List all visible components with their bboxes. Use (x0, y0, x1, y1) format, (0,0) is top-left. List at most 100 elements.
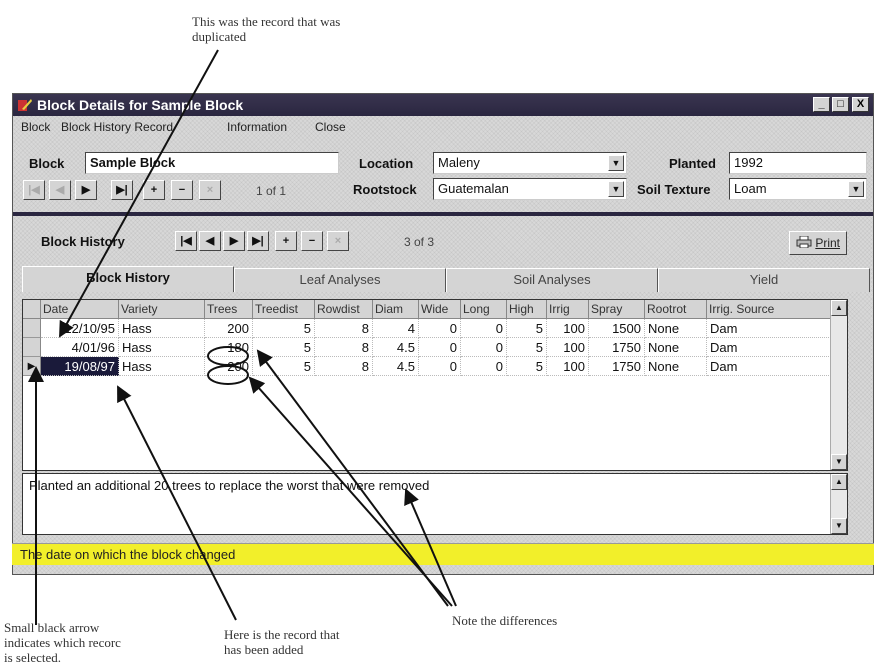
cell-date-selected[interactable]: 19/08/97 (41, 357, 119, 376)
col-header-long[interactable]: Long (461, 300, 507, 319)
cell-diam[interactable]: 4 (373, 319, 419, 338)
col-header-rowdist[interactable]: Rowdist (315, 300, 373, 319)
history-notes-memo[interactable]: Planted an additional 20 trees to replac… (22, 473, 848, 535)
col-header-date[interactable]: Date (41, 300, 119, 319)
cell-treedist[interactable]: 5 (253, 357, 315, 376)
annotation-selected-arrow-line2: indicates which recorc (4, 635, 121, 650)
cell-rootrot[interactable]: None (645, 338, 707, 357)
cell-date[interactable]: 12/10/95 (41, 319, 119, 338)
maximize-button[interactable]: □ (832, 97, 849, 112)
block-last-button[interactable]: ▶| (111, 180, 133, 200)
cell-variety[interactable]: Hass (119, 319, 205, 338)
annotation-added-line1: Here is the record that (224, 627, 340, 642)
history-add-button[interactable]: + (275, 231, 297, 251)
col-header-treedist[interactable]: Treedist (253, 300, 315, 319)
cell-irrig-source[interactable]: Dam (707, 338, 831, 357)
memo-scroll-down-arrow-icon[interactable]: ▼ (831, 518, 847, 534)
cell-trees[interactable]: 180 (205, 338, 253, 357)
tab-yield[interactable]: Yield (658, 268, 870, 292)
menu-block-history-record[interactable]: Block History Record (61, 120, 173, 134)
history-undo-button[interactable]: × (327, 231, 349, 251)
cell-high[interactable]: 5 (507, 338, 547, 357)
block-undo-button[interactable]: × (199, 180, 221, 200)
row-selector-current[interactable]: ▶ (23, 357, 41, 376)
cell-treedist[interactable]: 5 (253, 338, 315, 357)
row-selector[interactable] (23, 338, 41, 357)
scroll-up-arrow-icon[interactable]: ▲ (831, 300, 847, 316)
col-header-irrig[interactable]: Irrig (547, 300, 589, 319)
tab-leaf-analyses[interactable]: Leaf Analyses (234, 268, 446, 292)
block-delete-button[interactable]: − (171, 180, 193, 200)
cell-rowdist[interactable]: 8 (315, 319, 373, 338)
location-select[interactable]: Maleny ▼ (433, 152, 627, 174)
col-header-high[interactable]: High (507, 300, 547, 319)
tab-block-history[interactable]: Block History (22, 266, 234, 292)
col-header-spray[interactable]: Spray (589, 300, 645, 319)
memo-scrollbar[interactable]: ▲ ▼ (830, 474, 847, 534)
tab-soil-analyses[interactable]: Soil Analyses (446, 268, 658, 292)
title-bar[interactable]: Block Details for Sample Block _ □ X (13, 94, 873, 116)
cell-rootrot[interactable]: None (645, 357, 707, 376)
cell-rootrot[interactable]: None (645, 319, 707, 338)
cell-spray[interactable]: 1750 (589, 338, 645, 357)
memo-scroll-up-arrow-icon[interactable]: ▲ (831, 474, 847, 490)
location-dropdown-arrow-icon[interactable]: ▼ (608, 155, 624, 171)
menu-information[interactable]: Information (227, 120, 287, 134)
soil-texture-dropdown-arrow-icon[interactable]: ▼ (848, 181, 864, 197)
cell-long[interactable]: 0 (461, 357, 507, 376)
row-selector[interactable] (23, 319, 41, 338)
block-add-button[interactable]: + (143, 180, 165, 200)
cell-treedist[interactable]: 5 (253, 319, 315, 338)
cell-diam[interactable]: 4.5 (373, 338, 419, 357)
cell-long[interactable]: 0 (461, 338, 507, 357)
col-header-variety[interactable]: Variety (119, 300, 205, 319)
block-name-field[interactable]: Sample Block (85, 152, 339, 174)
scroll-down-arrow-icon[interactable]: ▼ (831, 454, 847, 470)
cell-diam[interactable]: 4.5 (373, 357, 419, 376)
cell-date[interactable]: 4/01/96 (41, 338, 119, 357)
history-last-button[interactable]: ▶| (247, 231, 269, 251)
block-first-button[interactable]: |◀ (23, 180, 45, 200)
cell-rowdist[interactable]: 8 (315, 338, 373, 357)
cell-wide[interactable]: 0 (419, 338, 461, 357)
block-prev-button[interactable]: ◀ (49, 180, 71, 200)
cell-trees[interactable]: 200 (205, 357, 253, 376)
cell-irrig[interactable]: 100 (547, 357, 589, 376)
cell-rowdist[interactable]: 8 (315, 357, 373, 376)
cell-high[interactable]: 5 (507, 357, 547, 376)
col-header-rootrot[interactable]: Rootrot (645, 300, 707, 319)
cell-spray[interactable]: 1750 (589, 357, 645, 376)
cell-long[interactable]: 0 (461, 319, 507, 338)
rootstock-dropdown-arrow-icon[interactable]: ▼ (608, 181, 624, 197)
cell-irrig-source[interactable]: Dam (707, 319, 831, 338)
col-header-irrig-source[interactable]: Irrig. Source (707, 300, 831, 319)
cell-wide[interactable]: 0 (419, 357, 461, 376)
history-first-button[interactable]: |◀ (175, 231, 197, 251)
col-header-trees[interactable]: Trees (205, 300, 253, 319)
close-button[interactable]: X (852, 97, 869, 112)
selected-row-arrow-icon: ▶ (27, 361, 36, 372)
cell-irrig[interactable]: 100 (547, 319, 589, 338)
minimize-button[interactable]: _ (813, 97, 830, 112)
menu-block[interactable]: Block (21, 120, 50, 134)
planted-field[interactable]: 1992 (729, 152, 867, 174)
grid-vertical-scrollbar[interactable]: ▲ ▼ (830, 300, 847, 470)
cell-high[interactable]: 5 (507, 319, 547, 338)
history-next-button[interactable]: ▶ (223, 231, 245, 251)
menu-close[interactable]: Close (315, 120, 346, 134)
history-prev-button[interactable]: ◀ (199, 231, 221, 251)
cell-wide[interactable]: 0 (419, 319, 461, 338)
block-next-button[interactable]: ▶ (75, 180, 97, 200)
cell-irrig[interactable]: 100 (547, 338, 589, 357)
print-button[interactable]: Print (789, 231, 847, 255)
rootstock-select[interactable]: Guatemalan ▼ (433, 178, 627, 200)
soil-texture-select[interactable]: Loam ▼ (729, 178, 867, 200)
cell-trees[interactable]: 200 (205, 319, 253, 338)
history-delete-button[interactable]: − (301, 231, 323, 251)
cell-variety[interactable]: Hass (119, 338, 205, 357)
cell-irrig-source[interactable]: Dam (707, 357, 831, 376)
col-header-wide[interactable]: Wide (419, 300, 461, 319)
cell-variety[interactable]: Hass (119, 357, 205, 376)
col-header-diam[interactable]: Diam (373, 300, 419, 319)
cell-spray[interactable]: 1500 (589, 319, 645, 338)
